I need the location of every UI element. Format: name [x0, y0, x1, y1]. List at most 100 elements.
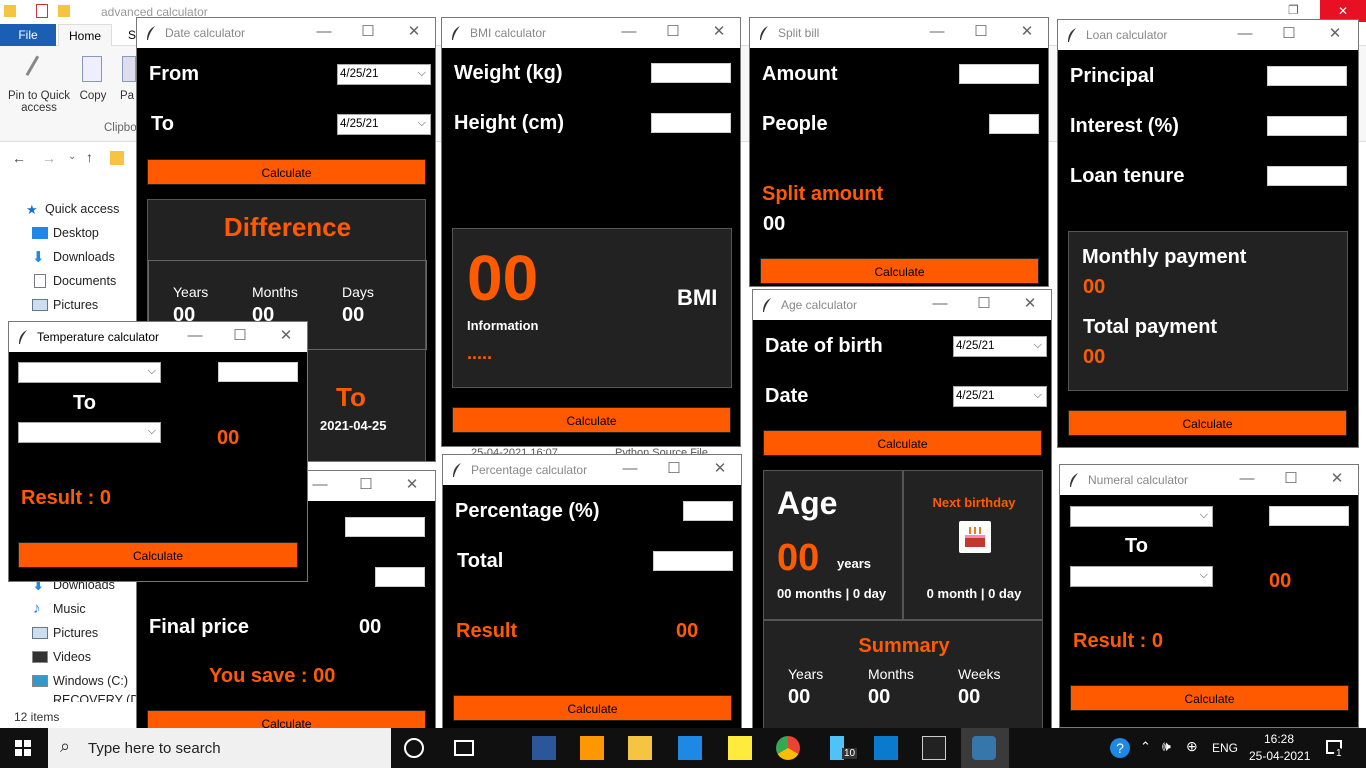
height-input[interactable] — [651, 113, 731, 133]
maximize-icon[interactable]: ☐ — [357, 22, 379, 44]
sticky-notes-icon[interactable] — [728, 736, 752, 760]
nav-music[interactable]: Music — [53, 598, 86, 620]
globe-icon[interactable]: ⊕ — [1186, 738, 1198, 755]
people-input[interactable] — [989, 114, 1039, 134]
up-icon[interactable]: ↑ — [86, 149, 93, 165]
tab-file[interactable]: File — [0, 24, 56, 46]
close-icon[interactable]: ✕ — [403, 22, 425, 44]
maximize-icon[interactable]: ☐ — [1280, 469, 1302, 491]
feather-icon — [147, 26, 155, 40]
copy-button[interactable]: Copy — [78, 90, 108, 102]
restore-icon[interactable]: ❐ — [1288, 3, 1299, 17]
language-indicator[interactable]: ENG — [1212, 741, 1238, 755]
mail-icon[interactable] — [678, 736, 702, 760]
calculate-button[interactable]: Calculate — [453, 695, 732, 721]
chevron-up-icon[interactable]: ⌃ — [1140, 739, 1151, 755]
principal-input[interactable] — [1267, 66, 1347, 86]
calculate-button[interactable]: Calculate — [147, 710, 426, 729]
terminal-icon[interactable] — [922, 736, 946, 760]
close-icon[interactable]: ✕ — [275, 326, 297, 348]
to-date-picker[interactable]: 4/25/21 ⌵ — [337, 114, 431, 135]
paste-button[interactable]: Pa — [120, 90, 134, 102]
total-input[interactable] — [653, 551, 733, 571]
minimize-icon[interactable]: — — [619, 459, 641, 481]
loan-tenure-input[interactable] — [1267, 166, 1347, 186]
minimize-icon[interactable]: — — [313, 22, 335, 44]
discount-input[interactable] — [375, 567, 425, 587]
minimize-icon[interactable]: — — [618, 22, 640, 44]
calculate-button[interactable]: Calculate — [1068, 410, 1347, 436]
maximize-icon[interactable]: ☐ — [1278, 24, 1300, 46]
calculate-button[interactable]: Calculate — [763, 430, 1042, 456]
interest-input[interactable] — [1267, 116, 1347, 136]
pin-quick-access-button[interactable]: Pin to Quick access — [4, 90, 74, 114]
nav-videos[interactable]: Videos — [53, 646, 91, 668]
chrome-icon[interactable] — [776, 736, 800, 760]
chevron-down-icon[interactable]: ⌄ — [68, 151, 76, 162]
maximize-icon[interactable]: ☐ — [970, 22, 992, 44]
calculate-button[interactable]: Calculate — [760, 258, 1039, 284]
from-unit-select[interactable]: ⌵ — [18, 362, 161, 383]
calculate-button[interactable]: Calculate — [1070, 685, 1349, 711]
nav-recovery-d[interactable]: RECOVERY (D:) — [53, 692, 147, 702]
cortana-icon[interactable] — [404, 738, 424, 758]
close-icon[interactable]: ✕ — [401, 475, 423, 497]
close-icon[interactable]: ✕ — [1326, 469, 1348, 491]
volume-icon[interactable]: 🕪 — [1162, 738, 1171, 755]
clock-date[interactable]: 25-04-2021 — [1249, 749, 1310, 763]
amount-input[interactable] — [959, 64, 1039, 84]
amount-label: Amount — [762, 63, 838, 85]
close-icon[interactable]: ✕ — [709, 459, 731, 481]
minimize-icon[interactable]: — — [926, 22, 948, 44]
to-unit-select[interactable]: ⌵ — [18, 422, 161, 443]
maximize-icon[interactable]: ☐ — [662, 22, 684, 44]
music-icon: ♪ — [33, 600, 41, 617]
percentage-input[interactable] — [683, 501, 733, 521]
python-icon[interactable] — [972, 736, 996, 760]
close-icon[interactable]: ✕ — [1324, 24, 1346, 46]
maximize-icon[interactable]: ☐ — [355, 475, 377, 497]
sublime-icon[interactable] — [580, 736, 604, 760]
taskbar-search-box[interactable]: ⌕ Type here to search — [48, 728, 391, 768]
maximize-icon[interactable]: ☐ — [973, 294, 995, 316]
minimize-icon[interactable]: — — [309, 475, 331, 497]
task-view-icon[interactable] — [454, 740, 474, 756]
from-date-picker[interactable]: 4/25/21 ⌵ — [337, 64, 431, 85]
nav-quick-access[interactable]: Quick access — [45, 198, 119, 220]
nav-downloads[interactable]: Downloads — [53, 246, 115, 268]
to-numeral-select[interactable]: ⌵ — [1070, 566, 1213, 587]
close-icon[interactable]: ✕ — [1016, 22, 1038, 44]
windows-start-icon[interactable] — [15, 740, 31, 756]
temperature-input[interactable] — [218, 362, 298, 382]
calculate-button[interactable]: Calculate — [18, 542, 298, 568]
forward-icon[interactable]: → — [42, 150, 56, 166]
maximize-icon[interactable]: ☐ — [663, 459, 685, 481]
minimize-icon[interactable]: — — [184, 326, 206, 348]
nav-pictures[interactable]: Pictures — [53, 294, 98, 316]
minimize-icon[interactable]: — — [1236, 469, 1258, 491]
tab-home[interactable]: Home — [58, 24, 113, 46]
weight-input[interactable] — [651, 63, 731, 83]
back-icon[interactable]: ← — [12, 150, 26, 166]
minimize-icon[interactable]: — — [1234, 24, 1256, 46]
close-icon[interactable]: ✕ — [708, 22, 730, 44]
vscode-icon[interactable] — [874, 736, 898, 760]
nav-documents[interactable]: Documents — [53, 270, 116, 292]
help-icon[interactable]: ? — [1110, 738, 1130, 758]
price-input[interactable] — [345, 517, 425, 537]
word-icon[interactable] — [532, 736, 556, 760]
close-icon[interactable]: ✕ — [1019, 294, 1041, 316]
file-explorer-icon[interactable] — [628, 736, 652, 760]
from-numeral-select[interactable]: ⌵ — [1070, 506, 1213, 527]
dob-date-picker[interactable]: 4/25/21 ⌵ — [953, 336, 1047, 357]
clock-time[interactable]: 16:28 — [1264, 732, 1294, 746]
calculate-button[interactable]: Calculate — [147, 159, 426, 185]
numeral-input[interactable] — [1269, 506, 1349, 526]
calculate-button[interactable]: Calculate — [452, 407, 731, 433]
date-picker[interactable]: 4/25/21 ⌵ — [953, 386, 1047, 407]
nav-pictures-2[interactable]: Pictures — [53, 622, 98, 644]
minimize-icon[interactable]: — — [929, 294, 951, 316]
maximize-icon[interactable]: ☐ — [229, 326, 251, 348]
nav-windows-c[interactable]: Windows (C:) — [53, 670, 128, 692]
nav-desktop[interactable]: Desktop — [53, 222, 99, 244]
